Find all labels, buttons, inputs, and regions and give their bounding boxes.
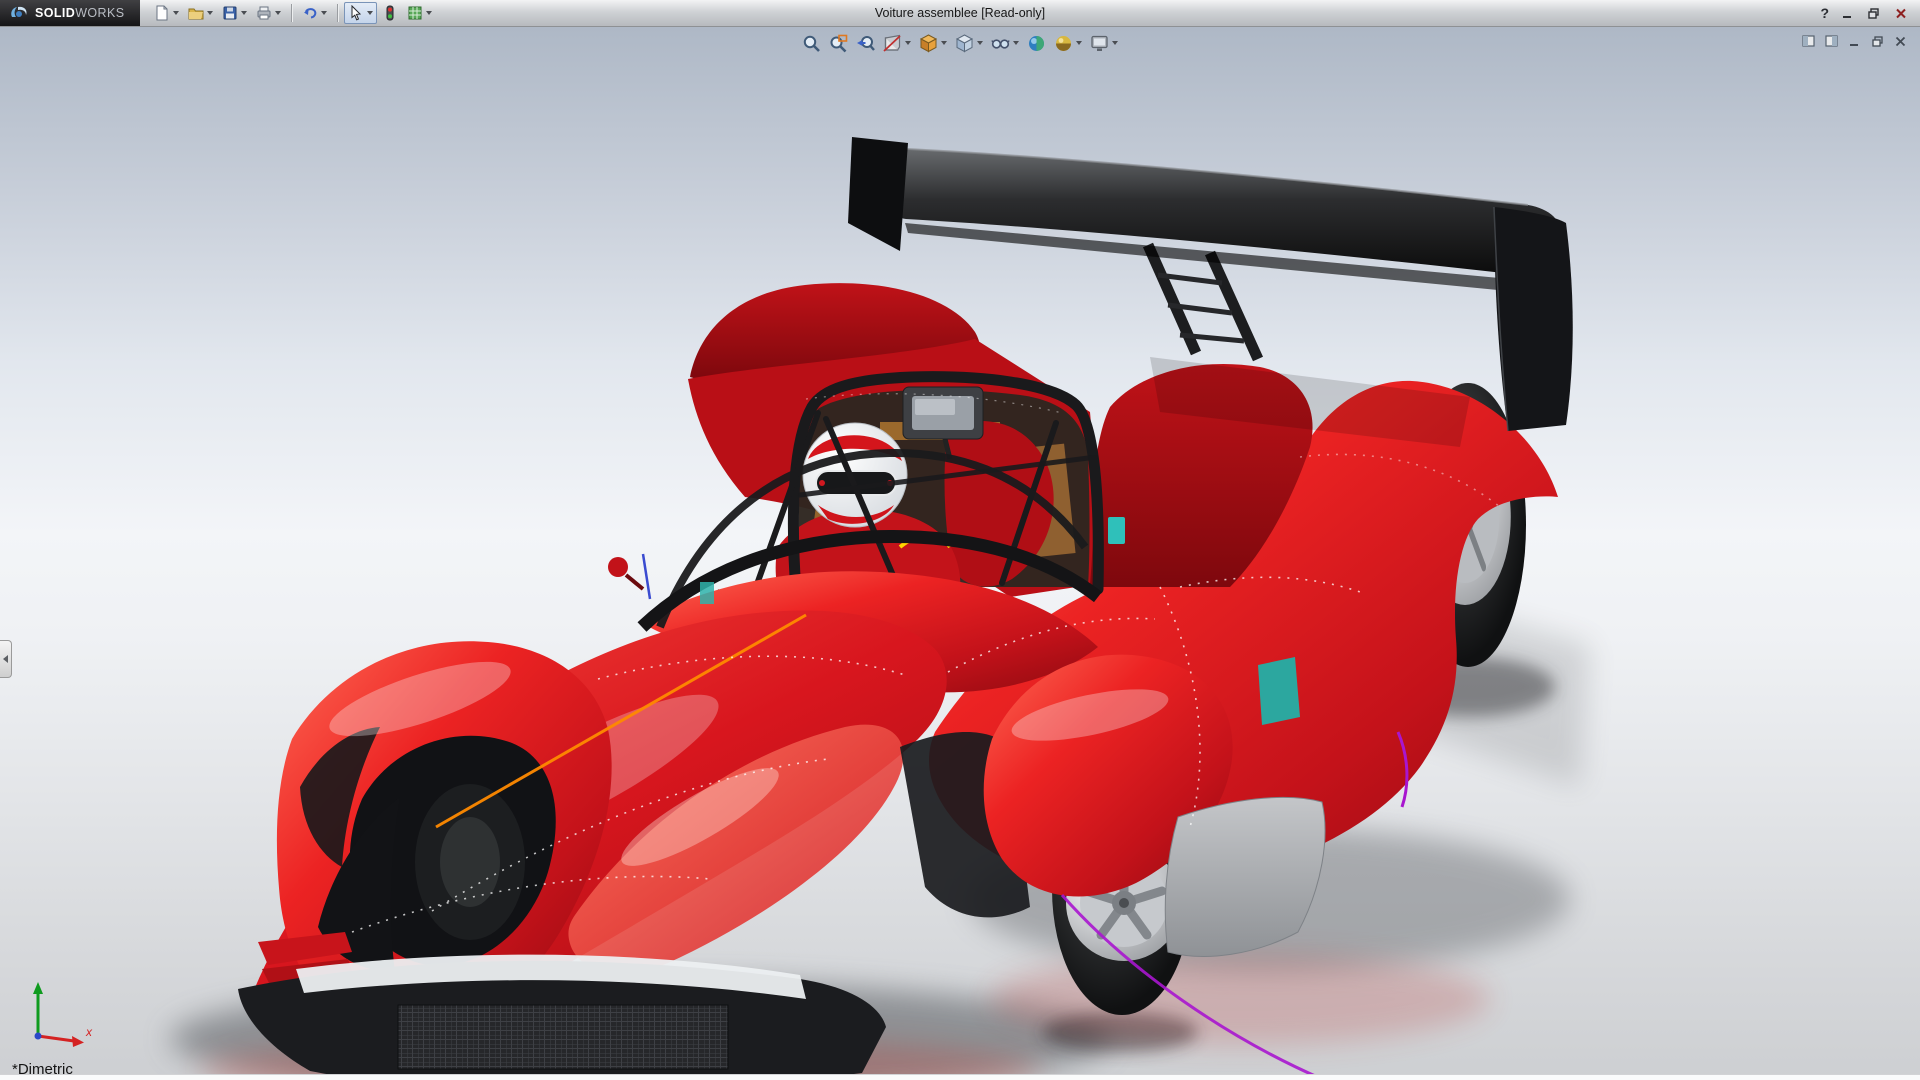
previous-view-button[interactable] — [853, 31, 878, 55]
toolbar-separator — [337, 4, 338, 22]
chevron-down-icon — [207, 11, 213, 15]
doc-restore-button[interactable] — [1870, 34, 1885, 48]
doc-minimize-button[interactable] — [1847, 34, 1862, 48]
chevron-down-icon — [367, 11, 373, 15]
titlebar: SOLIDWORKS — [0, 0, 1920, 27]
window-title: Voiture assemblee [Read-only] — [875, 6, 1045, 20]
chevron-left-icon — [3, 655, 8, 663]
chevron-down-icon — [321, 11, 327, 15]
pane-left-icon — [1802, 35, 1815, 47]
view-orientation-button[interactable] — [916, 31, 950, 55]
display-style-button[interactable] — [952, 31, 986, 55]
zoom-to-area-icon — [829, 34, 848, 53]
doc-close-icon — [1895, 36, 1906, 47]
chevron-down-icon — [977, 41, 983, 45]
view-settings-icon — [1090, 34, 1109, 53]
chevron-down-icon — [173, 11, 179, 15]
undo-button[interactable] — [298, 2, 331, 24]
x-axis-label: x — [85, 1025, 93, 1039]
options-sheet-icon — [407, 5, 423, 21]
window-controls: ? — [1820, 5, 1920, 21]
restore-icon — [1868, 8, 1880, 19]
options-button[interactable] — [403, 2, 436, 24]
edit-appearance-button[interactable] — [1024, 31, 1049, 55]
statusbar-edge — [0, 1074, 1920, 1080]
zoom-to-fit-button[interactable] — [799, 31, 824, 55]
z-axis-dot — [35, 1033, 42, 1040]
featuremanager-flyout-tab[interactable] — [0, 640, 12, 678]
brand-light: WORKS — [75, 6, 124, 20]
display-style-cube-icon — [955, 34, 974, 53]
dassault-3ds-logo-icon — [9, 5, 29, 21]
brand-wordmark: SOLIDWORKS — [35, 6, 124, 20]
rebuild-button[interactable] — [378, 2, 402, 24]
new-document-button[interactable] — [150, 2, 183, 24]
chevron-down-icon — [241, 11, 247, 15]
hide-show-items-icon — [991, 34, 1010, 53]
apply-scene-icon — [1054, 34, 1073, 53]
select-button[interactable] — [344, 2, 377, 24]
close-icon — [1895, 8, 1907, 19]
view-orientation-cube-icon — [919, 34, 938, 53]
reference-triad: x — [22, 976, 98, 1050]
solidworks-window: SOLIDWORKS — [0, 0, 1920, 1080]
pane-right-icon — [1825, 35, 1838, 47]
doc-close-button[interactable] — [1893, 34, 1908, 48]
section-view-button[interactable] — [880, 31, 914, 55]
save-button[interactable] — [218, 2, 251, 24]
chevron-down-icon — [275, 11, 281, 15]
model-scene[interactable] — [0, 27, 1920, 1080]
chevron-down-icon — [1112, 41, 1118, 45]
view-settings-button[interactable] — [1087, 31, 1121, 55]
print-button[interactable] — [252, 2, 285, 24]
print-icon — [256, 5, 272, 21]
new-document-icon — [154, 5, 170, 21]
save-floppy-icon — [222, 5, 238, 21]
toolbar-separator — [291, 4, 292, 22]
brand-area: SOLIDWORKS — [0, 0, 140, 26]
wing-endplate-left — [848, 137, 908, 251]
x-axis-arrow — [72, 1036, 84, 1047]
rebuild-traffic-light-icon — [382, 5, 398, 21]
radiator-grille — [398, 1005, 728, 1069]
brand-bold: SOLID — [35, 6, 75, 20]
minimize-icon — [1842, 8, 1853, 19]
help-button[interactable]: ? — [1820, 5, 1829, 21]
undo-icon — [302, 5, 318, 21]
chevron-down-icon — [1013, 41, 1019, 45]
wing-endplate-right — [1494, 207, 1573, 431]
section-view-icon — [883, 34, 902, 53]
doc-minimize-icon — [1849, 36, 1860, 47]
zoom-to-area-button[interactable] — [826, 31, 851, 55]
main-toolbar — [140, 2, 436, 24]
maximize-button[interactable] — [1865, 5, 1883, 21]
edit-appearance-sphere-icon — [1027, 34, 1046, 53]
chevron-down-icon — [1076, 41, 1082, 45]
close-button[interactable] — [1892, 5, 1910, 21]
hide-show-items-button[interactable] — [988, 31, 1022, 55]
heads-up-view-toolbar — [799, 31, 1121, 55]
y-axis-arrow — [33, 982, 43, 994]
apply-scene-button[interactable] — [1051, 31, 1085, 55]
graphics-area[interactable]: x *Dimetric — [0, 27, 1920, 1080]
minimize-button[interactable] — [1838, 5, 1856, 21]
pane-right-button[interactable] — [1824, 34, 1839, 48]
chevron-down-icon — [941, 41, 947, 45]
zoom-to-fit-icon — [802, 34, 821, 53]
sketch-line-blue[interactable] — [643, 554, 650, 599]
open-folder-icon — [188, 5, 204, 21]
pane-left-button[interactable] — [1801, 34, 1816, 48]
chevron-down-icon — [905, 41, 911, 45]
document-window-controls — [1801, 34, 1908, 48]
doc-restore-icon — [1872, 36, 1884, 47]
open-button[interactable] — [184, 2, 217, 24]
front-splitter[interactable] — [238, 955, 886, 1080]
previous-view-icon — [856, 34, 875, 53]
chevron-down-icon — [426, 11, 432, 15]
select-arrow-icon — [348, 5, 364, 21]
view-orientation-label: *Dimetric — [12, 1061, 73, 1078]
